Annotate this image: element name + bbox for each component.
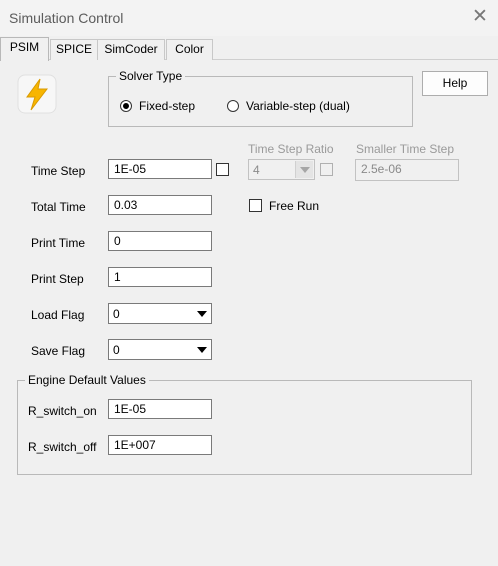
lightning-bolt-icon: [17, 74, 57, 114]
tab-psim[interactable]: PSIM: [0, 37, 49, 61]
engine-defaults-label: Engine Default Values: [25, 373, 149, 387]
chevron-down-icon[interactable]: [193, 305, 210, 322]
load-flag-value: 0: [113, 307, 120, 321]
time-step-ratio-value: 4: [253, 163, 260, 177]
save-flag-select[interactable]: 0: [108, 339, 212, 360]
time-step-input[interactable]: 1E-05: [108, 159, 212, 179]
tab-simcoder[interactable]: SimCoder: [97, 39, 165, 60]
tab-color[interactable]: Color: [166, 39, 213, 60]
print-step-label: Print Step: [31, 272, 84, 286]
solver-type-label: Solver Type: [116, 69, 186, 83]
tab-bar: PSIM SPICE SimCoder Color: [0, 37, 498, 61]
r-switch-on-input[interactable]: 1E-05: [108, 399, 212, 419]
fixed-step-radio[interactable]: [120, 100, 132, 112]
chevron-down-icon: [295, 161, 313, 178]
r-switch-on-label: R_switch_on: [28, 404, 97, 418]
free-run-checkbox[interactable]: [249, 199, 262, 212]
time-step-ratio-label: Time Step Ratio: [248, 142, 334, 156]
chevron-down-icon[interactable]: [193, 341, 210, 358]
close-icon[interactable]: ✕: [470, 5, 490, 29]
help-button[interactable]: Help: [422, 71, 488, 96]
print-time-label: Print Time: [31, 236, 86, 250]
total-time-label: Total Time: [31, 200, 86, 214]
r-switch-off-label: R_switch_off: [28, 440, 97, 454]
time-step-ratio-checkbox: [320, 163, 333, 176]
smaller-time-step-input: 2.5e-06: [355, 159, 459, 181]
time-step-checkbox[interactable]: [216, 163, 229, 176]
print-time-input[interactable]: 0: [108, 231, 212, 251]
save-flag-label: Save Flag: [31, 344, 86, 358]
load-flag-label: Load Flag: [31, 308, 85, 322]
time-step-ratio-select: 4: [248, 159, 315, 180]
tab-spice[interactable]: SPICE: [50, 39, 98, 60]
r-switch-off-input[interactable]: 1E+007: [108, 435, 212, 455]
save-flag-value: 0: [113, 343, 120, 357]
window-title: Simulation Control: [9, 10, 124, 26]
variable-step-radio[interactable]: [227, 100, 239, 112]
engine-defaults-group: [17, 380, 472, 475]
variable-step-label: Variable-step (dual): [246, 99, 350, 113]
load-flag-select[interactable]: 0: [108, 303, 212, 324]
smaller-time-step-label: Smaller Time Step: [356, 142, 455, 156]
print-step-input[interactable]: 1: [108, 267, 212, 287]
time-step-label: Time Step: [31, 164, 86, 178]
free-run-label: Free Run: [269, 199, 320, 213]
fixed-step-label: Fixed-step: [139, 99, 196, 113]
total-time-input[interactable]: 0.03: [108, 195, 212, 215]
